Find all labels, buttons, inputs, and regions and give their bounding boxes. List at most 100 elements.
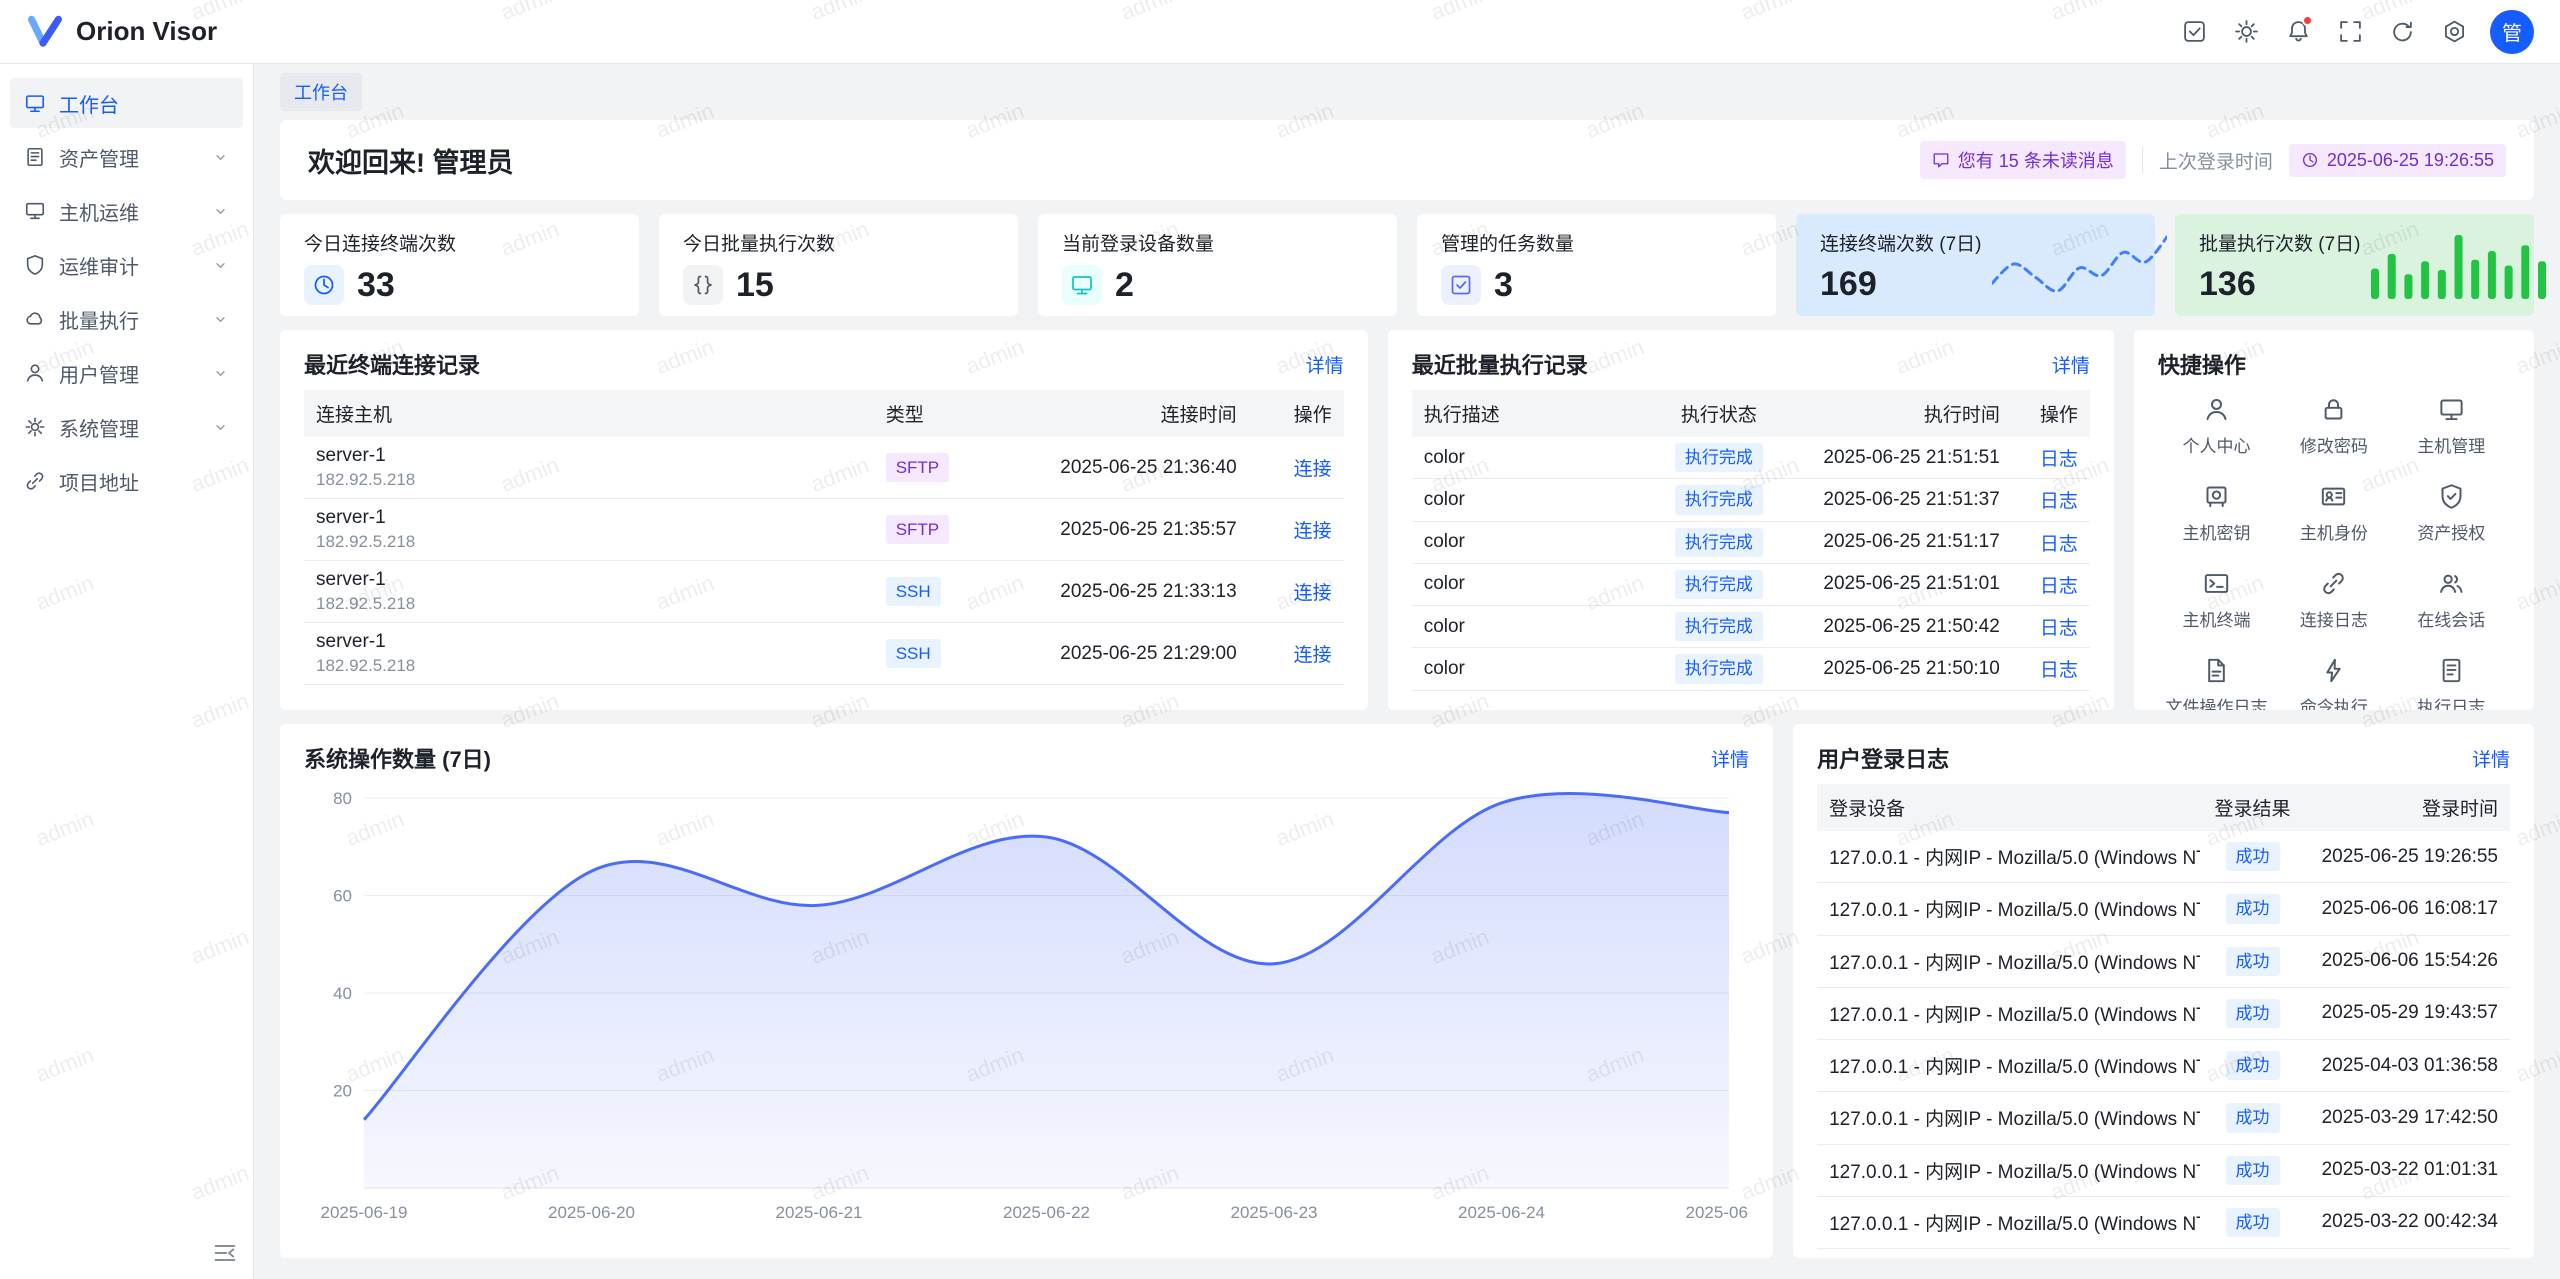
last-login-time-badge: 2025-06-25 19:26:55 [2289, 144, 2506, 177]
bottom-row: 系统操作数量 (7日) 详情 806040202025-06-192025-06… [280, 724, 2534, 1258]
sidebar-item-link[interactable]: 项目地址 [10, 456, 243, 506]
app-logo: Orion Visor [26, 13, 217, 51]
sidebar-item-batch[interactable]: 批量执行 [10, 294, 243, 344]
stat-value: 136 [2199, 265, 2361, 304]
quick-action-label: 主机管理 [2417, 432, 2485, 457]
stat-title: 连接终端次数 (7日) [1820, 229, 1982, 256]
quick-action-label: 文件操作日志 [2166, 693, 2268, 710]
executions-detail-link[interactable]: 详情 [2052, 351, 2090, 378]
login-device: 127.0.0.1 - 内网IP - Mozilla/5.0 (Windows … [1817, 1040, 2200, 1092]
login-time: 2025-06-25 19:26:55 [2305, 831, 2510, 883]
stat-value: 15 [736, 266, 774, 305]
type-badge: SSH [886, 639, 941, 668]
host-ip: 182.92.5.218 [316, 594, 862, 614]
unread-messages-text: 您有 15 条未读消息 [1958, 147, 2114, 173]
log-link[interactable]: 日志 [2040, 449, 2078, 470]
quick-action[interactable]: 主机身份 [2275, 483, 2392, 544]
svg-text:2025-06-23: 2025-06-23 [1231, 1203, 1318, 1222]
table-row: server-1 182.92.5.218 SSH 2025-06-25 21:… [304, 561, 1344, 623]
notifications-button[interactable] [2276, 10, 2320, 54]
sidebar-item-host-ops[interactable]: 主机运维 [10, 186, 243, 236]
table-row: 127.0.0.1 - 内网IP - Mozilla/5.0 (Windows … [1817, 935, 2510, 987]
sidebar-item-label: 系统管理 [59, 413, 199, 442]
type-badge: SFTP [886, 453, 949, 482]
connect-link[interactable]: 连接 [1294, 583, 1332, 604]
host-identity-icon [2320, 483, 2347, 510]
stat-value: 169 [1820, 265, 1982, 304]
chevron-down-icon [212, 365, 229, 382]
divider [2142, 147, 2143, 173]
log-link[interactable]: 日志 [2040, 618, 2078, 639]
connections-table: 连接主机 类型 连接时间 操作 server-1 182.92.5.218 [304, 390, 1344, 685]
sidebar: 工作台 资产管理 主机运维 运维审计 [0, 64, 254, 1279]
host-ops-icon [24, 200, 46, 222]
quick-action[interactable]: 个人中心 [2158, 396, 2275, 457]
mid-row: 最近终端连接记录 详情 连接主机 类型 连接时间 操作 [280, 330, 2534, 710]
table-row: color 执行完成 2025-06-25 21:51:51 日志 [1412, 437, 2090, 479]
breadcrumb-item-workbench[interactable]: 工作台 [280, 73, 362, 111]
execution-description: color [1412, 437, 1644, 479]
login-logs-detail-link[interactable]: 详情 [2472, 745, 2510, 772]
quick-action[interactable]: 修改密码 [2275, 396, 2392, 457]
quick-action[interactable]: 执行日志 [2393, 657, 2510, 710]
asset-auth-icon [2438, 483, 2465, 510]
login-device: 127.0.0.1 - 内网IP - Mozilla/5.0 (Windows … [1817, 1196, 2200, 1248]
unread-messages-badge[interactable]: 您有 15 条未读消息 [1920, 141, 2126, 179]
sidebar-item-user[interactable]: 用户管理 [10, 348, 243, 398]
avatar[interactable]: 管 [2490, 10, 2534, 54]
refresh-button[interactable] [2380, 10, 2424, 54]
recent-executions-panel: 最近批量执行记录 详情 执行描述 执行状态 执行时间 操作 color [1388, 330, 2114, 710]
sidebar-item-workbench[interactable]: 工作台 [10, 78, 243, 128]
login-logs-table: 登录设备 登录结果 登录时间 127.0.0.1 - 内网IP - Mozill… [1817, 784, 2510, 1258]
connect-time: 2025-06-25 21:33:13 [1004, 561, 1249, 623]
connections-detail-link[interactable]: 详情 [1306, 351, 1344, 378]
sidebar-item-label: 用户管理 [59, 359, 199, 388]
system-ops-detail-link[interactable]: 详情 [1711, 745, 1749, 772]
apps-button[interactable] [2172, 10, 2216, 54]
quick-action[interactable]: 命令执行 [2275, 657, 2392, 710]
settings-button[interactable] [2432, 10, 2476, 54]
quick-action[interactable]: 文件操作日志 [2158, 657, 2275, 710]
executions-table: 执行描述 执行状态 执行时间 操作 color 执行完成 2025-06-25 … [1412, 390, 2090, 691]
host-ip: 182.92.5.218 [316, 470, 862, 490]
log-link[interactable]: 日志 [2040, 576, 2078, 597]
connect-time: 2025-06-25 21:36:40 [1004, 437, 1249, 499]
table-row: server-1 182.92.5.218 SFTP 2025-06-25 21… [304, 499, 1344, 561]
connect-link[interactable]: 连接 [1294, 521, 1332, 542]
quick-action[interactable]: 主机密钥 [2158, 483, 2275, 544]
quick-action[interactable]: 主机终端 [2158, 570, 2275, 631]
quick-action[interactable]: 在线会话 [2393, 570, 2510, 631]
sidebar-item-system[interactable]: 系统管理 [10, 402, 243, 452]
connect-link[interactable]: 连接 [1294, 645, 1332, 666]
fullscreen-button[interactable] [2328, 10, 2372, 54]
quick-actions-grid: 个人中心 修改密码 主机管理 [2158, 390, 2510, 710]
quick-action-label: 主机身份 [2300, 519, 2368, 544]
quick-action-label: 主机密钥 [2183, 519, 2251, 544]
table-row: color 执行完成 2025-06-25 21:51:37 日志 [1412, 479, 2090, 521]
monitor-icon [1062, 265, 1102, 305]
login-time: 2025-03-22 01:01:31 [2305, 1144, 2510, 1196]
table-row: server-1 182.92.5.218 SSH 2025-06-25 21:… [304, 623, 1344, 685]
theme-toggle-button[interactable] [2224, 10, 2268, 54]
terminal-icon [2203, 570, 2230, 597]
column-header: 连接时间 [1004, 390, 1249, 437]
quick-action[interactable]: 主机管理 [2393, 396, 2510, 457]
host-name: server-1 [316, 507, 862, 529]
table-row: 127.0.0.1 - 内网IP - Mozilla/5.0 (Windows … [1817, 1040, 2510, 1092]
stat-title: 批量执行次数 (7日) [2199, 229, 2361, 256]
sidebar-item-audit[interactable]: 运维审计 [10, 240, 243, 290]
quick-action[interactable]: 资产授权 [2393, 483, 2510, 544]
login-time: 2025-03-22 00:42:34 [2305, 1196, 2510, 1248]
chevron-down-icon [212, 203, 229, 220]
panel-title: 用户登录日志 [1817, 742, 1949, 774]
panel-title: 快捷操作 [2158, 348, 2246, 380]
quick-action[interactable]: 连接日志 [2275, 570, 2392, 631]
collapse-sidebar-button[interactable] [211, 1239, 239, 1267]
connect-link[interactable]: 连接 [1294, 459, 1332, 480]
sidebar-item-asset[interactable]: 资产管理 [10, 132, 243, 182]
login-result-badge: 成功 [2226, 894, 2280, 923]
cmd-exec-icon [2320, 657, 2347, 684]
log-link[interactable]: 日志 [2040, 660, 2078, 681]
log-link[interactable]: 日志 [2040, 534, 2078, 555]
log-link[interactable]: 日志 [2040, 491, 2078, 512]
